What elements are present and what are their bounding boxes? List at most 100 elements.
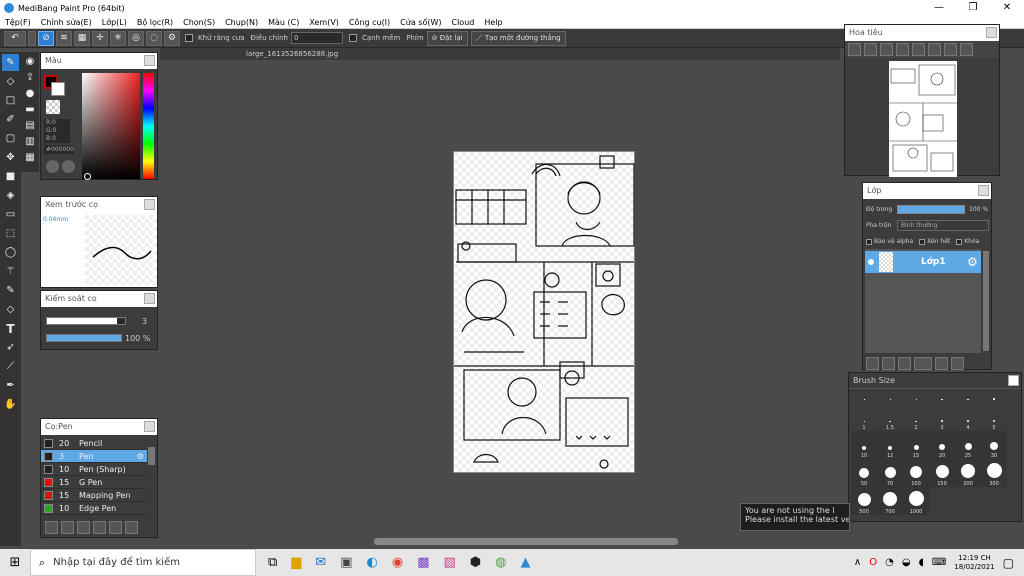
- drawing-canvas[interactable]: [453, 151, 635, 473]
- nox-icon[interactable]: ⬢: [470, 555, 481, 570]
- brush-size-preset[interactable]: 700: [877, 487, 903, 515]
- brush-size-preset[interactable]: 1: [851, 403, 877, 431]
- brush-size-preset[interactable]: 300: [981, 459, 1007, 487]
- lasso-tool[interactable]: ◯: [2, 244, 19, 261]
- actual-size-button[interactable]: [896, 43, 909, 56]
- brush-cloud-button[interactable]: [45, 521, 58, 534]
- brush-size-preset[interactable]: 2: [903, 403, 929, 431]
- app-icon-2[interactable]: ▧: [443, 555, 455, 570]
- network-icon[interactable]: ◒: [902, 557, 911, 568]
- reset-button[interactable]: ⊘ Đặt lại: [426, 30, 468, 46]
- menu-filter[interactable]: Bộ lọc(R): [132, 18, 178, 27]
- sub-tool-2[interactable]: ⇪: [23, 70, 37, 84]
- store-icon[interactable]: ▣: [340, 555, 352, 570]
- brush-size-preset[interactable]: 500: [851, 487, 877, 515]
- menu-color[interactable]: Màu (C): [263, 18, 304, 27]
- brush-size-preset[interactable]: [929, 389, 955, 403]
- soft-edge-checkbox[interactable]: [349, 34, 357, 42]
- layer-panel-close-button[interactable]: [978, 185, 989, 196]
- brush-size-preset[interactable]: 15: [903, 431, 929, 459]
- toolbar-grip[interactable]: [28, 30, 36, 46]
- brush-size-preset[interactable]: [955, 389, 981, 403]
- brush-opacity-slider[interactable]: [46, 334, 122, 342]
- brush-duplicate-button[interactable]: [125, 521, 138, 534]
- brush-size-preset[interactable]: 20: [929, 431, 955, 459]
- adjust-select[interactable]: 0: [291, 32, 343, 44]
- background-color-swatch[interactable]: [51, 82, 65, 96]
- navigator-thumbnail[interactable]: [889, 61, 957, 177]
- select-pen2-tool[interactable]: ✎: [2, 282, 19, 299]
- document-tab[interactable]: large_1613526856288.jpg: [246, 50, 338, 58]
- snap-grid-button[interactable]: ▦: [74, 30, 90, 46]
- brush-size-preset[interactable]: 3: [929, 403, 955, 431]
- brush-tool[interactable]: ✎: [2, 54, 19, 71]
- gradient-tool[interactable]: ▭: [2, 206, 19, 223]
- menu-file[interactable]: Tệp(F): [0, 18, 36, 27]
- sub-tool-3[interactable]: ●: [23, 86, 37, 100]
- brush-size-preset[interactable]: 25: [955, 431, 981, 459]
- select-pen-tool[interactable]: ▢: [2, 130, 19, 147]
- brush-size-preset[interactable]: 200: [955, 459, 981, 487]
- new-1bit-layer-button[interactable]: [898, 357, 911, 370]
- brush-add-button[interactable]: [61, 521, 74, 534]
- zoom-in-button[interactable]: [848, 43, 861, 56]
- rect-select-tool[interactable]: ⬚: [2, 225, 19, 242]
- layer-folder-button[interactable]: [935, 357, 948, 370]
- brush-control-close-button[interactable]: [144, 293, 155, 304]
- color-history-button[interactable]: [62, 160, 75, 173]
- brush-size-preset[interactable]: [851, 389, 877, 403]
- brush-list-close-button[interactable]: [144, 421, 155, 432]
- ime-icon[interactable]: ⌨: [932, 557, 946, 568]
- brush-size-preset[interactable]: 30: [981, 431, 1007, 459]
- sub-tool-7[interactable]: ▦: [23, 150, 37, 164]
- menu-layer[interactable]: Lớp(L): [97, 18, 132, 27]
- brush-size-preset[interactable]: 5: [981, 403, 1007, 431]
- brush-size-preset[interactable]: 70: [877, 459, 903, 487]
- reset-rotation-button[interactable]: [960, 43, 973, 56]
- brush-size-preset[interactable]: 150: [929, 459, 955, 487]
- hue-slider[interactable]: [143, 73, 154, 179]
- notification-icon[interactable]: ▢: [1003, 556, 1014, 570]
- sub-tool-4[interactable]: ▬: [23, 102, 37, 116]
- brush-import-button[interactable]: [93, 521, 106, 534]
- fill-rect-tool[interactable]: ■: [2, 168, 19, 185]
- brush-folder-button[interactable]: [109, 521, 122, 534]
- brush-size-preset[interactable]: [981, 389, 1007, 403]
- brush-size-slider[interactable]: [46, 317, 126, 325]
- hand-tool[interactable]: ✋: [2, 396, 19, 413]
- sv-picker-handle[interactable]: [84, 173, 91, 180]
- move-tool[interactable]: ✥: [2, 149, 19, 166]
- app-icon-3[interactable]: ◍: [495, 555, 506, 570]
- palette-button[interactable]: [46, 160, 59, 173]
- brush-size-preset[interactable]: [877, 389, 903, 403]
- app-icon-1[interactable]: ▩: [417, 555, 429, 570]
- brush-size-preset[interactable]: 12: [877, 431, 903, 459]
- brush-settings-icon[interactable]: ⚙: [137, 452, 144, 461]
- operation-tool[interactable]: ➶: [2, 339, 19, 356]
- menu-snap[interactable]: Chụp(N): [220, 18, 263, 27]
- eraser-tool[interactable]: ◇: [2, 73, 19, 90]
- menu-view[interactable]: Xem(V): [304, 18, 344, 27]
- brush-preview-close-button[interactable]: [144, 199, 155, 210]
- flip-button[interactable]: [928, 43, 941, 56]
- sub-tool-1[interactable]: ◉: [23, 54, 37, 68]
- lock-checkbox[interactable]: [956, 238, 963, 245]
- clock[interactable]: 12:19 CH 18/02/2021: [954, 554, 994, 572]
- text-tool[interactable]: T: [2, 320, 19, 337]
- brush-list-item[interactable]: 3 Pen ⚙: [41, 450, 147, 463]
- brush-list-item[interactable]: 15 G Pen: [41, 476, 147, 489]
- undo-button[interactable]: ↶: [4, 30, 26, 46]
- select-eraser-tool[interactable]: ◇: [2, 301, 19, 318]
- transparent-color-swatch[interactable]: [46, 100, 60, 114]
- brush-add-bitmap-button[interactable]: [77, 521, 90, 534]
- rotate-right-button[interactable]: [944, 43, 957, 56]
- task-view-icon[interactable]: ⧉: [268, 555, 277, 570]
- protect-alpha-checkbox[interactable]: [866, 238, 872, 245]
- menu-cloud[interactable]: Cloud: [447, 18, 480, 27]
- brush-list-item[interactable]: 10 Pen (Sharp): [41, 463, 147, 476]
- menu-select[interactable]: Chọn(S): [178, 18, 220, 27]
- canvas-horizontal-scrollbar[interactable]: [374, 538, 678, 545]
- pen-select-tool[interactable]: ✐: [2, 111, 19, 128]
- clipping-option[interactable]: Xén hết: [919, 238, 950, 245]
- new-layer-button[interactable]: [866, 357, 879, 370]
